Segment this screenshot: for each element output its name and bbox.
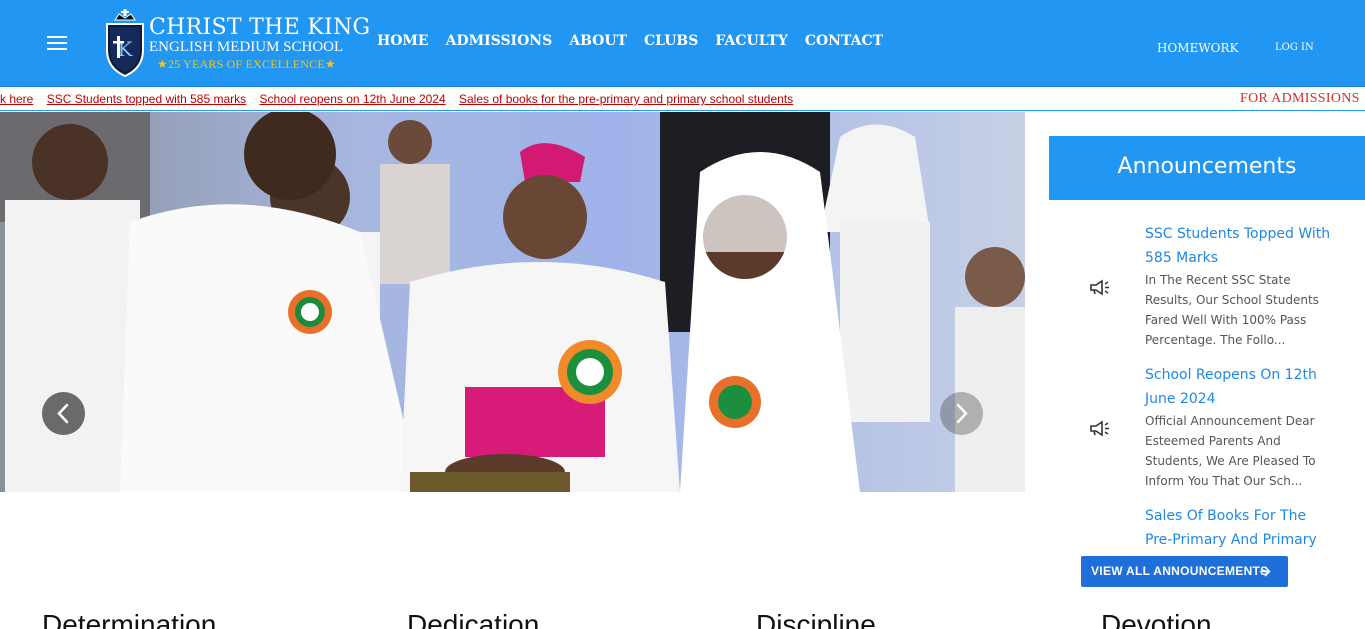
carousel-prev-button[interactable] [42, 392, 85, 435]
ticker-item[interactable]: School reopens on 12th June 2024 [260, 92, 446, 106]
school-crest-logo[interactable]: K [103, 8, 147, 80]
nav-clubs[interactable]: CLUBS [644, 33, 698, 49]
megaphone-icon [1090, 420, 1109, 437]
main-nav: HOME ADMISSIONS ABOUT CLUBS FACULTY CONT… [377, 33, 900, 49]
megaphone-icon [1090, 279, 1109, 296]
site-header: K CHRIST THE KING ENGLISH MEDIUM SCHOOL … [0, 0, 1365, 87]
nav-faculty[interactable]: FACULTY [715, 33, 787, 49]
view-all-label: VIEW ALL ANNOUNCEMENTS [1091, 564, 1269, 578]
menu-icon[interactable] [47, 36, 67, 50]
announcement-title[interactable]: SSC Students Topped With 585 Marks [1145, 222, 1335, 270]
school-subtitle: ENGLISH MEDIUM SCHOOL [149, 39, 344, 55]
nav-about[interactable]: ABOUT [569, 33, 627, 49]
chevron-right-icon [956, 403, 968, 424]
announcement-body: In The Recent SSC State Results, Our Sch… [1145, 273, 1319, 347]
ticker-items: k here SSC Students topped with 585 mark… [0, 92, 803, 106]
value-heading-devotion: Devotion [1101, 609, 1212, 629]
hero-carousel [0, 112, 1025, 492]
news-ticker: k here SSC Students topped with 585 mark… [0, 88, 1365, 111]
view-all-announcements-button[interactable]: VIEW ALL ANNOUNCEMENTS [1081, 556, 1288, 587]
announcements-heading: Announcements [1049, 136, 1365, 200]
nav-admissions[interactable]: ADMISSIONS [446, 33, 553, 49]
page: K CHRIST THE KING ENGLISH MEDIUM SCHOOL … [0, 0, 1365, 629]
ticker-item[interactable]: k here [0, 92, 33, 106]
announcement-title[interactable]: School Reopens On 12th June 2024 [1145, 363, 1335, 411]
admissions-marquee-text[interactable]: FOR ADMISSIONS [1240, 91, 1360, 107]
nav-home[interactable]: HOME [377, 33, 429, 49]
announcement-body: Official Announcement Dear Esteemed Pare… [1145, 414, 1316, 488]
homework-link[interactable]: HOMEWORK [1157, 41, 1239, 55]
school-name: CHRIST THE KING [149, 15, 371, 40]
nav-contact[interactable]: CONTACT [805, 33, 883, 49]
ticker-item[interactable]: Sales of books for the pre-primary and p… [459, 92, 793, 106]
arrow-right-icon [1260, 566, 1271, 577]
login-link[interactable]: LOG IN [1275, 42, 1314, 53]
chevron-left-icon [57, 403, 69, 424]
ticker-item[interactable]: SSC Students topped with 585 marks [47, 92, 246, 106]
announcements-panel: Announcements SSC Students Topped With 5… [1049, 136, 1365, 596]
carousel-next-button[interactable] [940, 392, 983, 435]
value-heading-determination: Determination [42, 609, 217, 629]
school-tagline: ★25 YEARS OF EXCELLENCE★ [157, 57, 336, 71]
value-heading-discipline: Discipline [756, 609, 876, 629]
hero-photo [0, 112, 1025, 492]
value-heading-dedication: Dedication [407, 609, 540, 629]
